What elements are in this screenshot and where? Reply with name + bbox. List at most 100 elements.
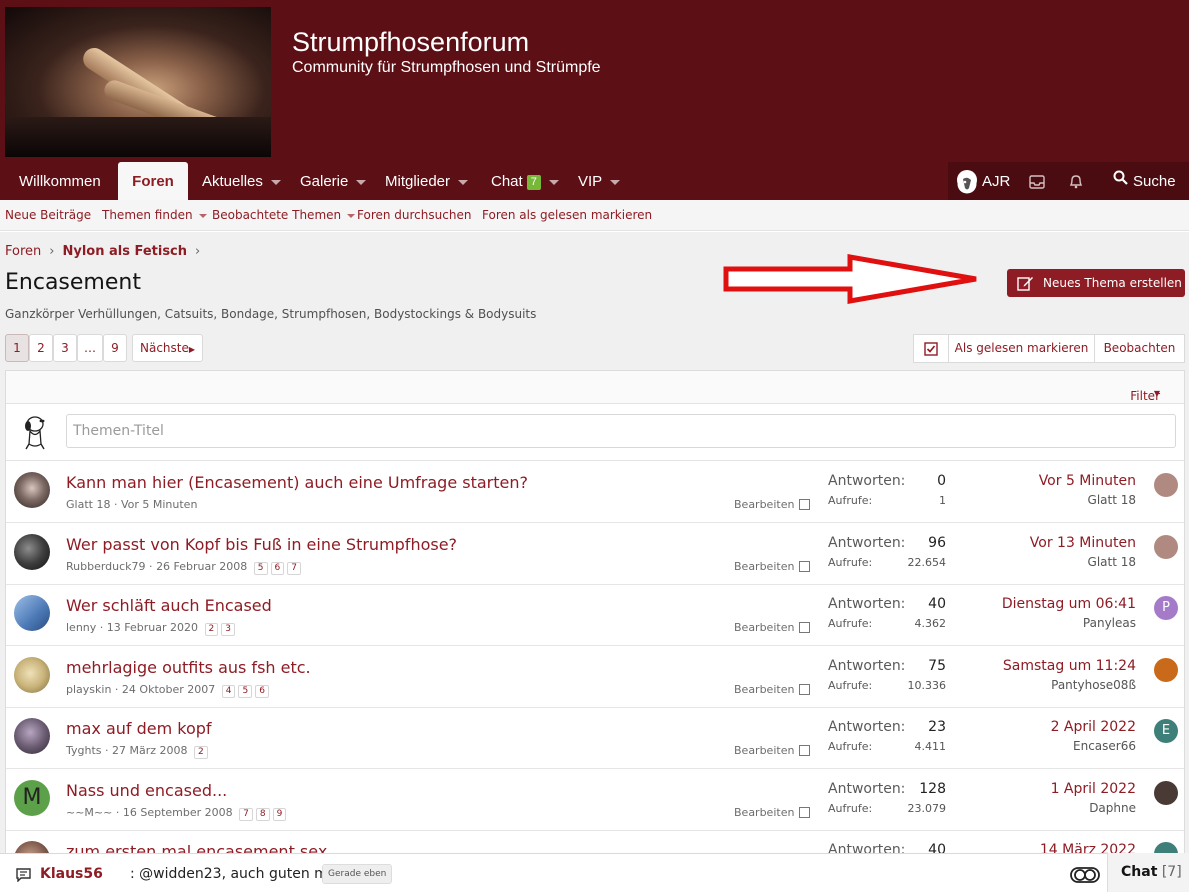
last-post-date[interactable]: 2 April 2022	[1051, 719, 1136, 735]
page-link[interactable]: 9	[103, 334, 127, 362]
mark-read-button[interactable]: Als gelesen markieren	[948, 334, 1095, 363]
last-poster-avatar[interactable]	[1154, 534, 1178, 559]
breadcrumb-root[interactable]: Foren	[5, 244, 41, 259]
chevron-down-icon[interactable]	[610, 179, 621, 185]
avatar[interactable]: M	[14, 779, 50, 816]
thread-row[interactable]: M Nass und encased... ~~M~~ · 16 Septemb…	[6, 769, 1184, 831]
inbox-icon[interactable]	[1029, 174, 1045, 193]
avatar[interactable]	[14, 533, 50, 570]
new-thread-button[interactable]: Neues Thema erstellen	[1007, 269, 1185, 297]
subnav-search-forums[interactable]: Foren durchsuchen	[357, 208, 471, 222]
breadcrumb-current[interactable]: Nylon als Fetisch	[62, 244, 187, 259]
thread-author[interactable]: playskin	[66, 683, 111, 696]
last-post-date[interactable]: Vor 13 Minuten	[1030, 535, 1136, 551]
thread-page-link[interactable]: 3	[221, 623, 235, 636]
chat-bubble-icon[interactable]	[16, 867, 31, 886]
thread-title-link[interactable]: Kann man hier (Encasement) auch eine Umf…	[66, 473, 528, 492]
thread-page-link[interactable]: 7	[287, 561, 301, 575]
thread-page-link[interactable]: 6	[255, 684, 269, 698]
page-link[interactable]: 2	[29, 334, 53, 362]
next-page-button[interactable]: Nächste▶	[132, 334, 203, 362]
avatar[interactable]	[14, 718, 50, 754]
last-poster-avatar[interactable]: E	[1154, 719, 1178, 743]
thread-title-link[interactable]: Wer schläft auch Encased	[66, 596, 272, 615]
thread-page-link[interactable]: 5	[238, 684, 253, 698]
nav-chat[interactable]: Chat 7	[491, 162, 559, 200]
select-checkbox[interactable]	[799, 806, 810, 818]
thread-author[interactable]: Tyghts	[66, 744, 102, 757]
thread-author[interactable]: lenny	[66, 621, 96, 634]
thread-title-link[interactable]: max auf dem kopf	[66, 719, 212, 738]
thread-page-link[interactable]: 8	[255, 807, 270, 821]
last-post-user[interactable]: Glatt 18	[1088, 493, 1136, 507]
select-checkbox[interactable]	[799, 622, 810, 633]
chat-toggle-icon[interactable]	[1070, 867, 1100, 887]
select-checkbox[interactable]	[799, 683, 810, 695]
page-link[interactable]: 3	[53, 334, 77, 362]
page-link-current[interactable]: 1	[5, 334, 29, 362]
select-checkbox[interactable]	[799, 499, 810, 510]
last-post-user[interactable]: Encaser66	[1073, 739, 1136, 753]
thread-row[interactable]: max auf dem kopf Tyghts · 27 März 2008 2…	[6, 707, 1184, 769]
last-post-user[interactable]: Panyleas	[1083, 616, 1136, 630]
chevron-down-icon[interactable]	[270, 179, 281, 185]
last-post-date[interactable]: 1 April 2022	[1051, 781, 1136, 797]
account-link[interactable]: AJR	[957, 162, 1010, 200]
subnav-find-threads[interactable]: Themen finden	[102, 208, 207, 222]
page-jump[interactable]: …	[77, 334, 103, 362]
thread-page-link[interactable]: 7	[239, 807, 253, 821]
select-threads-button[interactable]	[913, 334, 949, 363]
thread-start-date[interactable]: Vor 5 Minuten	[121, 498, 197, 511]
thread-author[interactable]: Glatt 18	[66, 498, 110, 511]
avatar[interactable]	[14, 472, 50, 508]
chevron-down-icon[interactable]	[347, 213, 356, 218]
thread-start-date[interactable]: 26 Februar 2008	[156, 560, 247, 573]
subnav-new-posts[interactable]: Neue Beiträge	[5, 208, 91, 222]
last-post-date[interactable]: Dienstag um 06:41	[1002, 596, 1136, 612]
bell-icon[interactable]	[1069, 173, 1083, 193]
chevron-down-icon[interactable]	[458, 179, 469, 185]
nav-galerie[interactable]: Galerie	[300, 162, 367, 200]
site-title[interactable]: Strumpfhosenforum	[292, 27, 529, 58]
last-post-date[interactable]: Samstag um 11:24	[1003, 658, 1136, 674]
thread-page-link[interactable]: 2	[194, 746, 208, 759]
thread-row[interactable]: mehrlagige outfits aus fsh etc. playskin…	[6, 646, 1184, 708]
last-poster-avatar[interactable]: P	[1154, 596, 1178, 620]
chat-open-button[interactable]: Chat [7]	[1107, 853, 1189, 892]
watch-button[interactable]: Beobachten	[1094, 334, 1185, 363]
chevron-down-icon[interactable]	[548, 179, 559, 185]
subnav-mark-forums-read[interactable]: Foren als gelesen markieren	[482, 208, 652, 222]
nav-vip[interactable]: VIP	[578, 162, 621, 200]
select-checkbox[interactable]	[799, 560, 810, 572]
thread-author[interactable]: ~~M~~	[66, 806, 112, 819]
thread-page-link[interactable]: 6	[270, 561, 285, 575]
thread-row[interactable]: Wer schläft auch Encased lenny · 13 Febr…	[6, 584, 1184, 646]
search-button[interactable]: Suche	[1113, 162, 1176, 200]
last-poster-avatar[interactable]	[1154, 473, 1178, 497]
chat-username[interactable]: Klaus56	[40, 866, 103, 882]
last-poster-avatar[interactable]	[1154, 780, 1178, 805]
subnav-watched-threads[interactable]: Beobachtete Themen	[212, 208, 356, 222]
thread-author[interactable]: Rubberduck79	[66, 560, 146, 573]
select-checkbox[interactable]	[799, 745, 810, 756]
nav-willkommen[interactable]: Willkommen	[19, 162, 101, 200]
thread-page-link[interactable]: 4	[221, 684, 236, 698]
thread-row[interactable]: Kann man hier (Encasement) auch eine Umf…	[6, 461, 1184, 523]
avatar[interactable]	[14, 595, 50, 631]
last-post-user[interactable]: Daphne	[1089, 801, 1136, 815]
last-poster-avatar[interactable]	[1154, 657, 1178, 682]
chevron-down-icon[interactable]	[356, 179, 367, 185]
chevron-down-icon[interactable]	[198, 213, 207, 218]
thread-start-date[interactable]: 27 März 2008	[112, 744, 188, 757]
thread-title-input[interactable]	[66, 414, 1176, 448]
avatar[interactable]	[14, 656, 50, 693]
thread-start-date[interactable]: 24 Oktober 2007	[122, 683, 215, 696]
thread-start-date[interactable]: 16 September 2008	[123, 806, 233, 819]
banner-image[interactable]	[5, 7, 271, 157]
thread-row[interactable]: Wer passt von Kopf bis Fuß in eine Strum…	[6, 523, 1184, 585]
nav-mitglieder[interactable]: Mitglieder	[385, 162, 469, 200]
thread-title-link[interactable]: Nass und encased...	[66, 781, 227, 800]
thread-title-link[interactable]: mehrlagige outfits aus fsh etc.	[66, 658, 311, 677]
thread-title-link[interactable]: Wer passt von Kopf bis Fuß in eine Strum…	[66, 535, 457, 554]
last-post-user[interactable]: Pantyhose08ß	[1051, 678, 1136, 692]
